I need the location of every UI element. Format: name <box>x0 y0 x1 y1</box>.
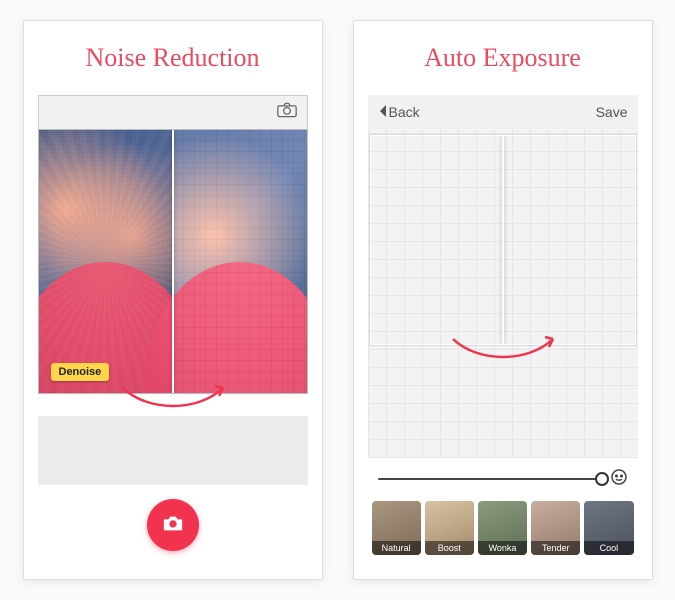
filter-wonka[interactable]: Wonka <box>478 501 527 555</box>
swap-arrow-icon <box>38 384 308 412</box>
exposure-slider-row <box>368 458 638 497</box>
toolbar-left <box>38 95 308 129</box>
chevron-left-icon <box>378 104 387 121</box>
back-label: Back <box>389 104 420 120</box>
save-button[interactable]: Save <box>596 104 628 120</box>
slider-thumb[interactable] <box>595 472 609 486</box>
exposure-comparison-image[interactable] <box>370 135 636 345</box>
swap-arrow-icon <box>368 335 638 363</box>
screen-title-left: Noise Reduction <box>38 43 308 73</box>
comparison-divider[interactable] <box>172 130 174 393</box>
filter-label: Wonka <box>478 541 527 555</box>
face-detect-icon[interactable] <box>610 468 628 491</box>
noise-after-half <box>173 130 307 393</box>
filter-cool[interactable]: Cool <box>584 501 633 555</box>
camera-icon <box>162 514 184 537</box>
screen-title-right: Auto Exposure <box>368 43 638 73</box>
phone-noise-reduction: Noise Reduction Denoise <box>23 20 323 580</box>
filter-label: Tender <box>531 541 580 555</box>
editor-canvas-area <box>368 129 638 458</box>
back-button[interactable]: Back <box>378 104 420 121</box>
filter-natural[interactable]: Natural <box>372 501 421 555</box>
camera-switch-icon[interactable] <box>277 102 297 123</box>
noise-comparison-image[interactable]: Denoise <box>38 129 308 394</box>
capture-zone <box>38 485 308 565</box>
filter-tender[interactable]: Tender <box>531 501 580 555</box>
phone-auto-exposure: Auto Exposure Back Save Natural Boost Wonk… <box>353 20 653 580</box>
nav-bar: Back Save <box>368 95 638 129</box>
capture-button[interactable] <box>147 499 199 551</box>
filter-label: Cool <box>584 541 633 555</box>
comparison-divider[interactable] <box>502 136 504 344</box>
filter-boost[interactable]: Boost <box>425 501 474 555</box>
filter-strip: Natural Boost Wonka Tender Cool <box>368 497 638 565</box>
filter-label: Natural <box>372 541 421 555</box>
filter-label: Boost <box>425 541 474 555</box>
exposure-slider[interactable] <box>378 478 602 480</box>
denoise-badge: Denoise <box>51 363 110 381</box>
preview-tray <box>38 416 308 485</box>
